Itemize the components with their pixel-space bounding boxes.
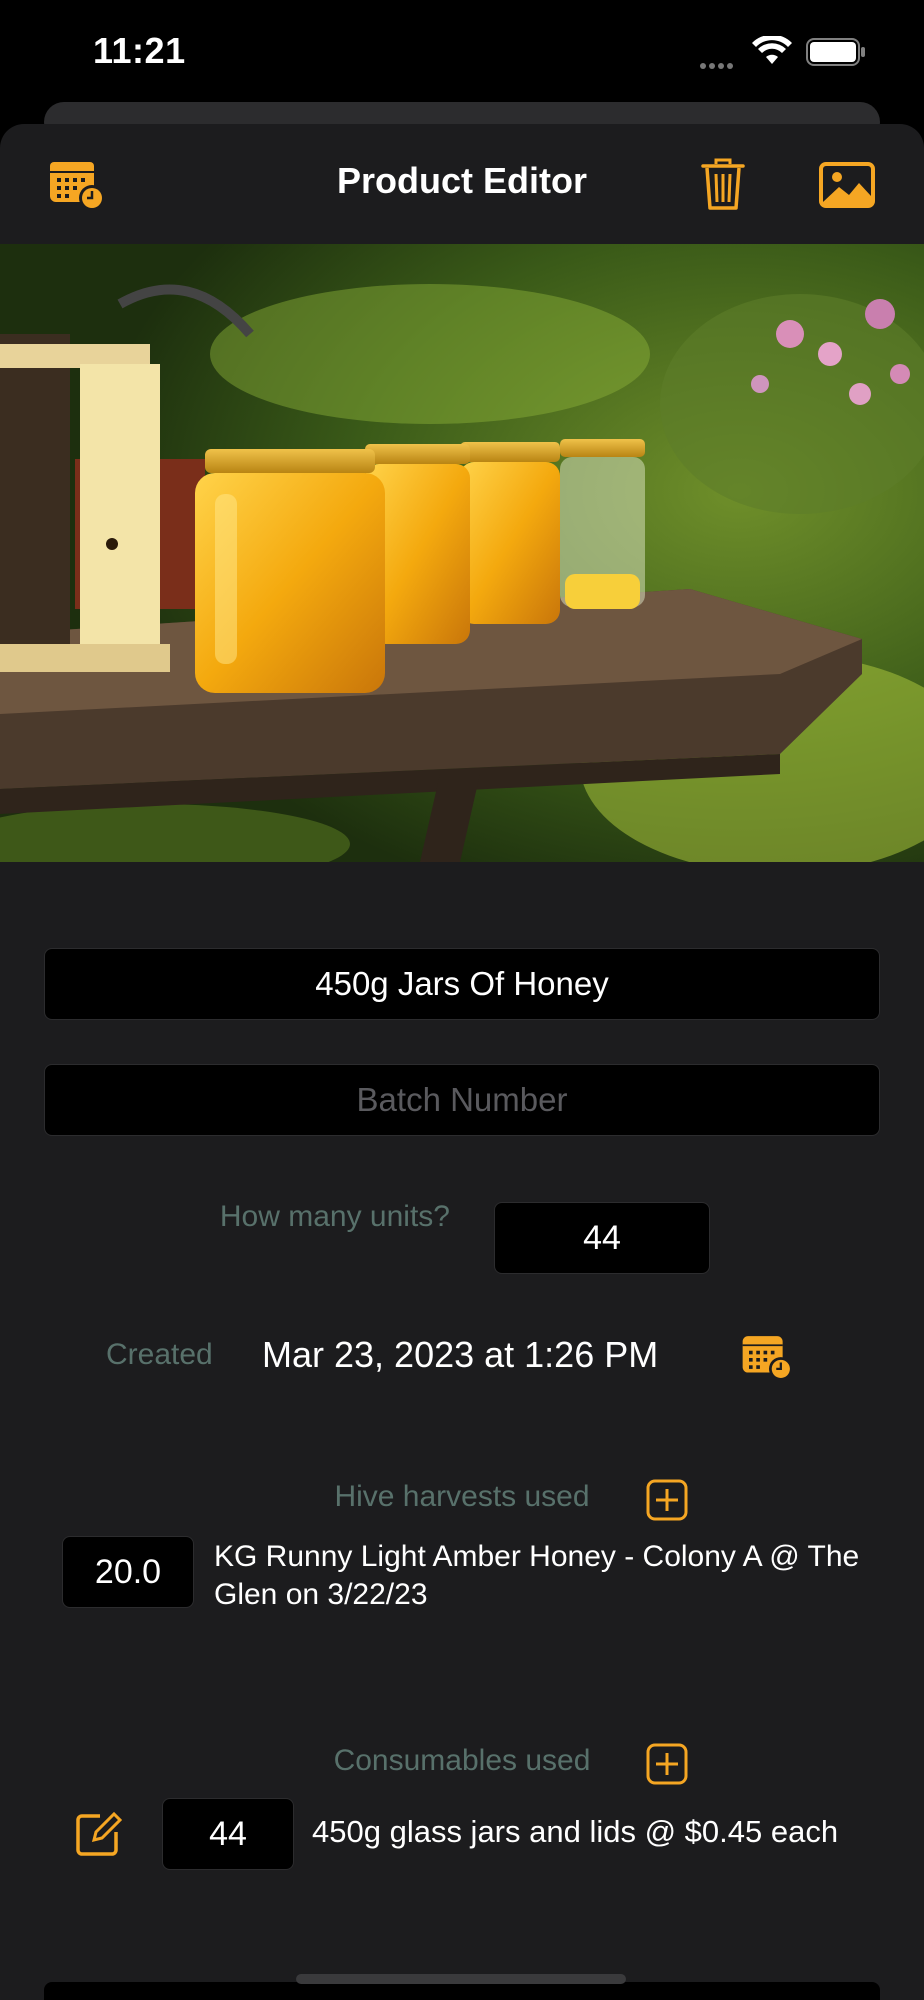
honey-jars-image — [0, 244, 924, 862]
jar — [560, 439, 645, 609]
harvest-amount-field[interactable]: 20.0 — [62, 1536, 194, 1608]
harvest-description: KG Runny Light Amber Honey - Colony A @ … — [214, 1540, 860, 1611]
cellular-signal-icon — [700, 56, 736, 74]
add-consumable-button[interactable] — [646, 1743, 688, 1785]
harvests-section-label: Hive harvests used — [334, 1480, 590, 1513]
status-time: 11:21 — [93, 30, 186, 71]
home-indicator[interactable] — [296, 1974, 626, 1984]
created-date-button[interactable] — [738, 1332, 800, 1384]
photo-icon — [819, 162, 875, 208]
nav-bar: Product Editor — [0, 124, 924, 244]
trash-icon — [701, 158, 745, 210]
created-date-value[interactable]: Mar 23, 2023 at 1:26 PM — [262, 1334, 658, 1376]
add-harvest-button[interactable] — [646, 1479, 688, 1521]
plus-square-icon — [646, 1479, 688, 1521]
consumable-description: 450g glass jars and lids @ $0.45 each — [312, 1814, 839, 1849]
page-title: Product Editor — [337, 160, 587, 201]
plus-square-icon — [646, 1743, 688, 1785]
created-label: Created — [106, 1338, 213, 1371]
battery-icon — [806, 38, 866, 71]
next-field[interactable] — [44, 1982, 880, 2000]
product-editor-sheet: Product Editor 450g Jars Of Honey Batch … — [0, 124, 924, 2000]
product-name-field[interactable]: 450g Jars Of Honey — [44, 948, 880, 1020]
units-label: How many units? — [219, 1200, 450, 1233]
consumables-section-label: Consumables used — [333, 1744, 591, 1777]
consumable-amount-field[interactable]: 44 — [162, 1798, 294, 1870]
wifi-icon — [752, 34, 792, 71]
edit-icon — [76, 1811, 122, 1856]
edit-consumable-button[interactable] — [74, 1810, 122, 1858]
calendar-clock-icon — [742, 1336, 793, 1381]
units-field[interactable]: 44 — [494, 1202, 710, 1274]
batch-number-field[interactable]: Batch Number — [44, 1064, 880, 1136]
product-photo[interactable] — [0, 244, 924, 862]
photo-button[interactable] — [816, 160, 878, 210]
status-bar: 11:21 — [0, 0, 924, 100]
delete-button[interactable] — [696, 154, 750, 216]
